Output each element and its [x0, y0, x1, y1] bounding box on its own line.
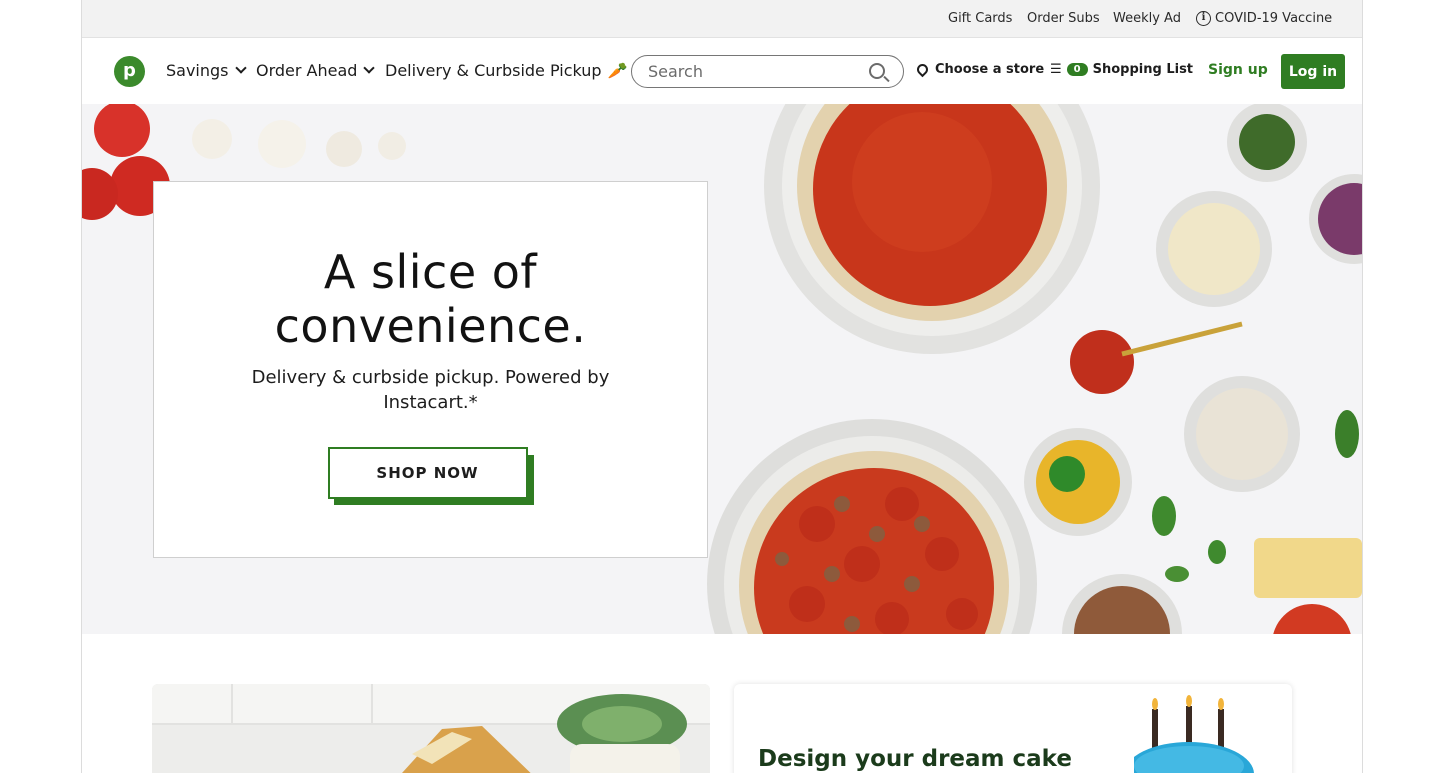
- sign-up-link[interactable]: Sign up: [1208, 62, 1268, 78]
- nav-delivery[interactable]: Delivery & Curbside Pickup 🥕: [385, 61, 628, 80]
- covid-vaccine-link[interactable]: i COVID-19 Vaccine: [1196, 11, 1332, 26]
- hero-title-line-2: convenience.: [274, 299, 587, 353]
- shopping-list-label: Shopping List: [1092, 62, 1194, 77]
- shopping-list-count-badge: 0: [1066, 63, 1088, 76]
- nav-order-ahead[interactable]: Order Ahead: [256, 61, 376, 80]
- search-icon[interactable]: [869, 63, 885, 79]
- hero-card: A slice of convenience. Delivery & curbs…: [153, 181, 708, 558]
- hero-title: A slice of convenience.: [154, 245, 707, 353]
- log-in-button[interactable]: Log in: [1281, 54, 1345, 89]
- chevron-down-icon: [363, 62, 376, 74]
- sub-sandwich-image: [152, 684, 710, 773]
- utility-bar: Gift Cards Order Subs Weekly Ad i COVID-…: [82, 0, 1362, 38]
- main-nav: p Savings Order Ahead Delivery & Curbsid…: [82, 39, 1362, 104]
- nav-savings-label: Savings: [166, 61, 229, 80]
- choose-store-label: Choose a store: [935, 62, 1045, 77]
- hero-title-line-1: A slice of: [323, 245, 538, 299]
- hero-banner: A slice of convenience. Delivery & curbs…: [82, 104, 1362, 634]
- shop-now-wrapper: SHOP NOW: [327, 447, 534, 505]
- birthday-cake-image: [1134, 695, 1254, 773]
- carrot-icon: 🥕: [607, 61, 628, 80]
- nav-savings[interactable]: Savings: [166, 61, 247, 80]
- hero-subtitle: Delivery & curbside pickup. Powered by I…: [251, 367, 610, 413]
- order-subs-link[interactable]: Order Subs: [1027, 11, 1100, 26]
- info-icon: i: [1196, 11, 1211, 26]
- location-pin-icon: [914, 61, 931, 78]
- covid-vaccine-label: COVID-19 Vaccine: [1215, 11, 1333, 26]
- page-frame: Gift Cards Order Subs Weekly Ad i COVID-…: [81, 0, 1363, 773]
- gift-cards-link[interactable]: Gift Cards: [948, 11, 1012, 26]
- promo-card-cake[interactable]: Design your dream cake: [734, 684, 1292, 773]
- shop-now-button[interactable]: SHOP NOW: [327, 447, 528, 499]
- choose-store-link[interactable]: Choose a store: [914, 61, 1045, 78]
- promo-card-subs[interactable]: [152, 684, 710, 773]
- nav-order-ahead-label: Order Ahead: [256, 61, 358, 80]
- cake-promo-title: Design your dream cake: [758, 746, 1072, 772]
- chevron-down-icon: [234, 62, 247, 74]
- nav-delivery-label: Delivery & Curbside Pickup: [385, 61, 602, 80]
- shopping-list-link[interactable]: ☰ 0 Shopping List: [1050, 62, 1193, 77]
- publix-logo-icon[interactable]: p: [114, 56, 145, 87]
- search-input[interactable]: [631, 55, 904, 88]
- list-icon: ☰: [1050, 62, 1062, 77]
- weekly-ad-link[interactable]: Weekly Ad: [1113, 11, 1181, 26]
